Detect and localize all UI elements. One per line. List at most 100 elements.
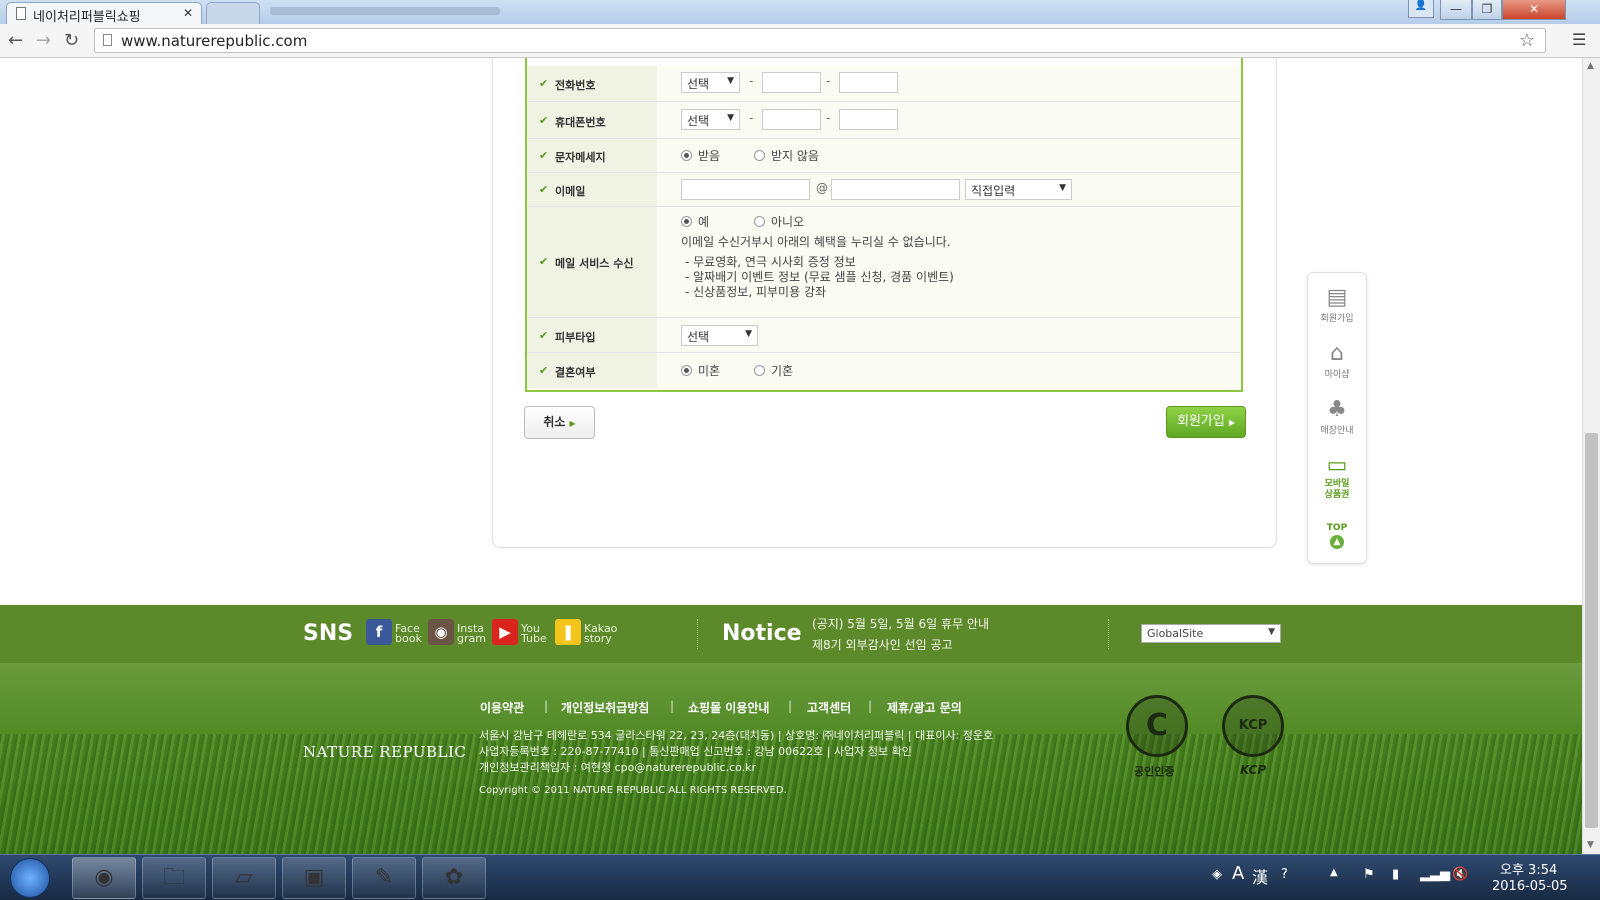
- skin-type-select[interactable]: 선택 ▼: [681, 325, 758, 346]
- dropdown-arrow-icon: ▼: [1059, 183, 1066, 193]
- maximize-button[interactable]: ❐: [1472, 0, 1502, 20]
- notice-title: Notice: [722, 621, 802, 646]
- marriage-value-cell: 미혼 기혼: [657, 353, 1241, 388]
- mobile-last-input[interactable]: [839, 109, 898, 130]
- sms-yes-radio[interactable]: [681, 150, 692, 161]
- email-id-input[interactable]: [681, 179, 810, 200]
- email-domain-input[interactable]: [831, 179, 960, 200]
- check-icon: ✔: [539, 183, 549, 196]
- help-icon[interactable]: ?: [1281, 867, 1288, 882]
- married-radio[interactable]: [754, 365, 765, 376]
- quick-join-label: 회원가입: [1320, 314, 1354, 324]
- tree-icon: ♣: [1327, 397, 1347, 422]
- dropdown-arrow-icon: ▼: [727, 76, 734, 86]
- global-site-select[interactable]: GlobalSite ▼: [1141, 624, 1281, 643]
- mail-yes-label: 예: [698, 215, 710, 229]
- quick-join[interactable]: ▤ 회원가입: [1308, 285, 1366, 324]
- scroll-up-icon[interactable]: ▲: [1587, 61, 1594, 71]
- quick-store[interactable]: ♣ 매장안내: [1308, 397, 1366, 436]
- vertical-scrollbar[interactable]: ▲ ▼: [1582, 58, 1600, 854]
- power-icon[interactable]: ▮: [1392, 867, 1399, 882]
- company-info-line: 개인정보관리책임자 : 여현정 cpo@naturerepublic.co.kr: [479, 761, 757, 774]
- kakaostory-icon: ❚: [555, 619, 581, 645]
- quick-myshop[interactable]: ⌂ 마이샵: [1308, 341, 1366, 380]
- file-explorer-taskbar-icon[interactable]: 🗀: [142, 857, 206, 899]
- reload-icon[interactable]: ↻: [64, 30, 79, 51]
- forward-icon[interactable]: →: [36, 30, 51, 51]
- notice-link[interactable]: (공지) 5월 5일, 5월 6일 휴무 안내: [812, 615, 989, 632]
- footer-link-privacy[interactable]: 개인정보취급방침: [561, 699, 649, 716]
- url-bar[interactable]: www.naturerepublic.com ☆: [94, 28, 1546, 53]
- flag-icon[interactable]: ⚑: [1363, 867, 1375, 882]
- dash: -: [826, 74, 831, 88]
- check-icon: ✔: [539, 114, 549, 127]
- new-tab-button[interactable]: [206, 2, 260, 24]
- minimize-button[interactable]: —: [1440, 0, 1472, 20]
- marriage-row: ✔ 결혼여부 미혼 기혼: [527, 353, 1241, 388]
- email-domain-select[interactable]: 직접입력 ▼: [965, 179, 1072, 200]
- user-icon[interactable]: 👤: [1408, 0, 1434, 18]
- seal1-label: 공인인증: [1134, 765, 1175, 778]
- company-info-line: 사업자등록번호 : 220-87-77410 | 통신판매업 신고번호 : 강남…: [479, 745, 912, 758]
- kakaostory-label: Kakao story: [584, 623, 624, 644]
- sms-row: ✔ 문자메세지 받음 받지 않음: [527, 139, 1241, 173]
- clock-time[interactable]: 오후 3:54: [1500, 859, 1557, 878]
- facebook-label-line2: book: [395, 632, 422, 645]
- chrome-taskbar-icon[interactable]: ◉: [72, 857, 136, 899]
- skin-label: 피부타입: [555, 331, 596, 344]
- quick-mobile-voucher[interactable]: ▭ 모바일 상품권: [1308, 453, 1366, 501]
- top-button[interactable]: TOP ▲: [1308, 523, 1366, 549]
- skin-select-value: 선택: [687, 330, 710, 344]
- mail-yes-radio[interactable]: [681, 216, 692, 227]
- remote-desktop-taskbar-icon[interactable]: ▣: [282, 857, 346, 899]
- instagram-icon: ◉: [428, 619, 454, 645]
- mobile-middle-input[interactable]: [762, 109, 821, 130]
- mail-no-radio[interactable]: [754, 216, 765, 227]
- check-icon: ✔: [539, 77, 549, 90]
- phone-middle-input[interactable]: [762, 72, 821, 93]
- ime-hanja[interactable]: 漢: [1252, 864, 1268, 888]
- arrow-right-icon: ▶: [569, 419, 576, 428]
- instagram-label-line2: gram: [457, 632, 486, 645]
- arrow-up-icon: ▲: [1330, 535, 1344, 549]
- email-value-cell: @ 직접입력 ▼: [657, 173, 1241, 206]
- scroll-thumb[interactable]: [1585, 433, 1598, 828]
- mobile-row: ✔ 휴대폰번호 선택 ▼ - -: [527, 102, 1241, 139]
- address-toolbar: ← → ↻ www.naturerepublic.com ☆ ☰: [0, 24, 1600, 58]
- footer-link-customer-center[interactable]: 고객센터: [807, 699, 851, 716]
- single-radio[interactable]: [681, 365, 692, 376]
- company-info-line: 서울시 강남구 테헤란로 534 글라스타워 22, 23, 24층(대치동) …: [479, 729, 994, 742]
- dash: -: [749, 74, 754, 88]
- paint-taskbar-icon[interactable]: ✿: [422, 857, 486, 899]
- cancel-button[interactable]: 취소 ▶: [524, 406, 595, 439]
- mobile-prefix-select[interactable]: 선택 ▼: [681, 109, 740, 130]
- tab-naturerepublic[interactable]: 네이처리퍼블릭쇼핑 ✕: [6, 2, 202, 24]
- footer-link-shop-guide[interactable]: 쇼핑몰 이용안내: [688, 699, 769, 716]
- phone-last-input[interactable]: [839, 72, 898, 93]
- show-hidden-icons[interactable]: ▲: [1330, 867, 1338, 878]
- clock-date[interactable]: 2016-05-05: [1492, 879, 1568, 894]
- check-icon: ✔: [539, 255, 549, 268]
- footer-link-partnership[interactable]: 제휴/광고 문의: [887, 699, 962, 716]
- notice-link[interactable]: 제8기 외부감사인 선임 공고: [812, 636, 953, 653]
- close-window-button[interactable]: ✕: [1502, 0, 1566, 20]
- app-taskbar-icon[interactable]: ✎: [352, 857, 416, 899]
- join-button[interactable]: 회원가입 ▶: [1166, 406, 1246, 438]
- tab-close-icon[interactable]: ✕: [183, 6, 193, 20]
- menu-icon[interactable]: ☰: [1572, 30, 1586, 49]
- back-icon[interactable]: ←: [8, 30, 23, 51]
- start-button[interactable]: [10, 858, 50, 898]
- language-icon[interactable]: ◈: [1212, 867, 1222, 882]
- quick-myshop-label: 마이샵: [1324, 370, 1350, 380]
- scroll-down-icon[interactable]: ▼: [1587, 840, 1594, 850]
- email-label-cell: ✔ 이메일: [527, 173, 657, 206]
- dropdown-arrow-icon: ▼: [745, 329, 752, 339]
- footer-link-terms[interactable]: 이용약관: [480, 699, 524, 716]
- volume-muted-icon[interactable]: 🔇: [1452, 867, 1468, 882]
- sms-no-radio[interactable]: [754, 150, 765, 161]
- network-icon[interactable]: ▂▃▅: [1420, 867, 1450, 882]
- bookmark-star-icon[interactable]: ☆: [1519, 30, 1535, 51]
- phone-prefix-select[interactable]: 선택 ▼: [681, 72, 740, 93]
- ime-mode[interactable]: A: [1232, 863, 1244, 884]
- sticky-notes-taskbar-icon[interactable]: ▱: [212, 857, 276, 899]
